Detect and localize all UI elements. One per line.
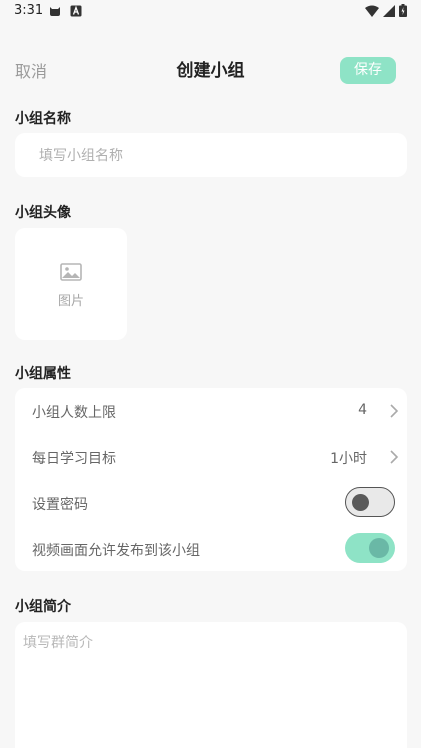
group-intro-label: 小组简介 (15, 599, 71, 615)
member-limit-row[interactable]: 小组人数上限 4 (15, 388, 407, 434)
chevron-right-icon (390, 450, 399, 464)
video-publish-label: 视频画面允许发布到该小组 (32, 543, 200, 559)
member-limit-value: 4 (358, 402, 367, 418)
password-toggle[interactable] (345, 487, 395, 517)
group-attributes-label: 小组属性 (15, 366, 71, 382)
wifi-icon (365, 5, 379, 17)
image-icon (60, 263, 82, 281)
header: 取消 创建小组 保存 (0, 50, 421, 90)
group-intro-field (15, 622, 407, 748)
password-row: 设置密码 (15, 480, 407, 526)
daily-goal-label: 每日学习目标 (32, 451, 116, 467)
password-label: 设置密码 (32, 497, 88, 513)
video-publish-row: 视频画面允许发布到该小组 (15, 526, 407, 572)
save-button[interactable]: 保存 (340, 57, 396, 84)
signal-icon (383, 4, 395, 17)
group-intro-input[interactable] (21, 630, 405, 744)
status-right-icons (365, 4, 407, 17)
a-box-icon (70, 5, 82, 17)
battery-icon (399, 4, 407, 17)
group-name-input[interactable] (37, 133, 381, 179)
chevron-right-icon (390, 404, 399, 418)
group-name-label: 小组名称 (15, 111, 71, 127)
status-bar: 3:31 (0, 0, 421, 24)
group-name-field (15, 133, 407, 179)
daily-goal-row[interactable]: 每日学习目标 1小时 (15, 434, 407, 480)
toggle-knob (369, 538, 389, 558)
toggle-knob (352, 494, 369, 511)
daily-goal-value: 1小时 (330, 451, 367, 467)
avatar-placeholder-label: 图片 (57, 294, 84, 309)
member-limit-label: 小组人数上限 (32, 405, 116, 421)
group-avatar-label: 小组头像 (15, 205, 71, 221)
status-time: 3:31 (14, 3, 44, 18)
create-group-screen: 3:31 取消 创建小组 保存 小组名称 填写小组名称 小组头像 图片 小组属性… (0, 0, 421, 748)
attributes-card: 小组人数上限 4 每日学习目标 1小时 设置密码 视频画面允许发布到该小组 (15, 388, 407, 571)
video-publish-toggle[interactable] (345, 533, 395, 563)
avatar-upload[interactable]: 图片 (15, 228, 127, 340)
cat-icon (50, 7, 60, 16)
